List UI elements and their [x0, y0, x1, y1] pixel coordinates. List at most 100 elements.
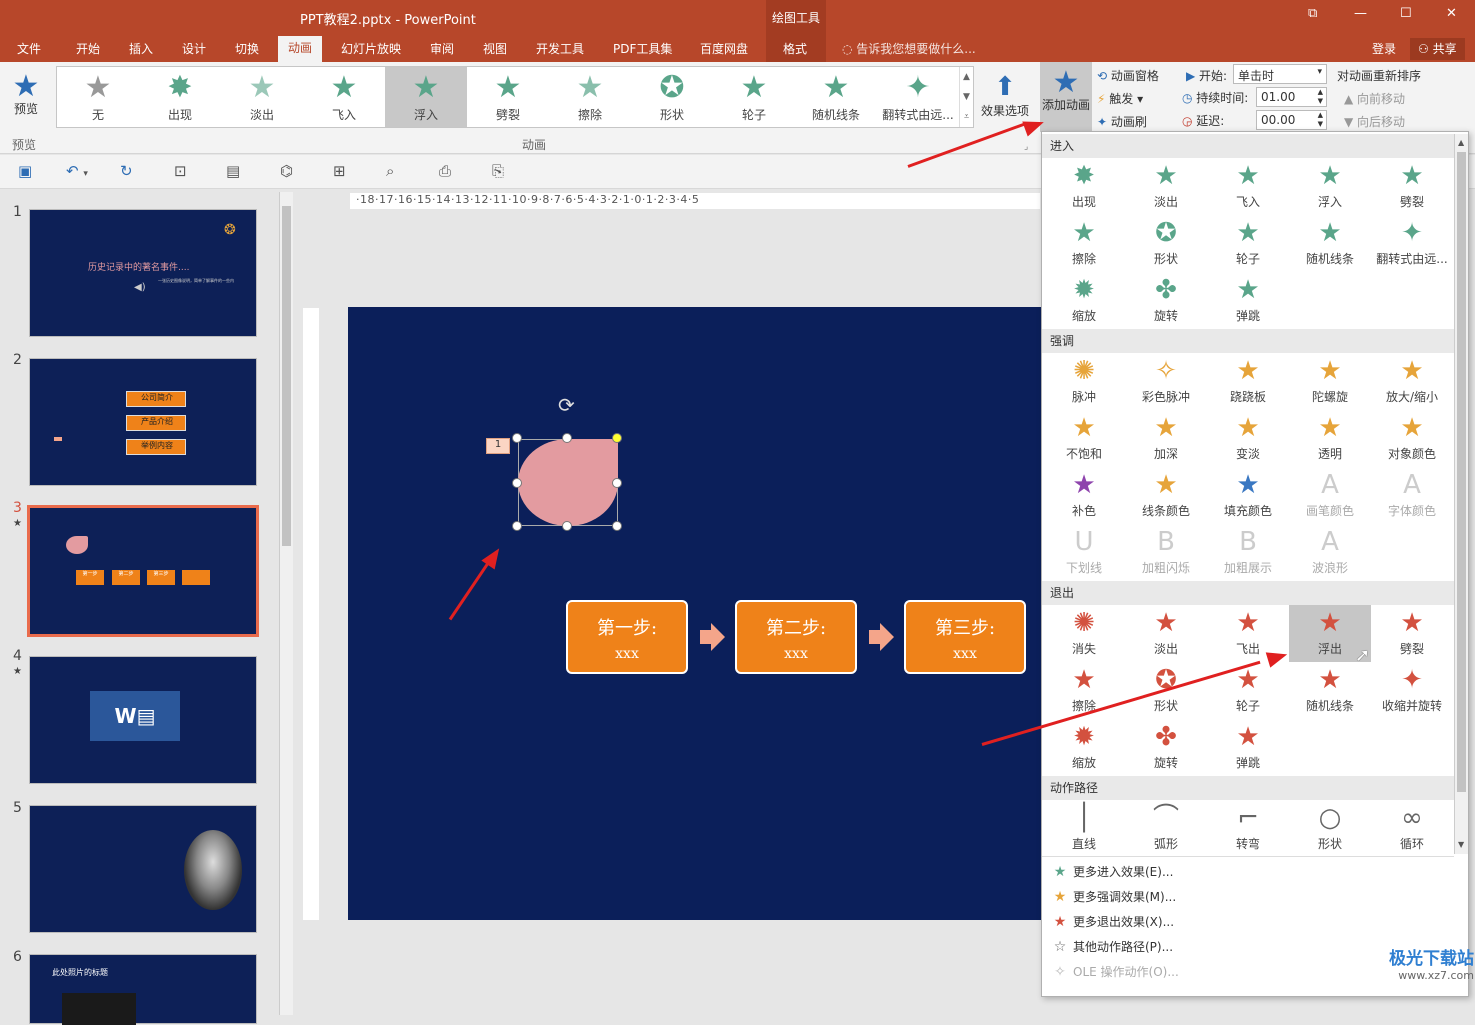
emphasis-effect-16[interactable]: B 加粗闪烁 — [1125, 524, 1207, 581]
slide-icon[interactable]: ⊡ — [174, 162, 187, 180]
emphasis-effect-11[interactable]: ★ 线条颜色 — [1125, 467, 1207, 524]
animation-pane-button[interactable]: ⟲ 动画窗格 — [1097, 67, 1159, 84]
resize-handle[interactable] — [612, 521, 622, 531]
gallery-wheel[interactable]: ★ 轮子 — [713, 67, 795, 127]
path-effect-2[interactable]: ⌐ 转弯 — [1207, 800, 1289, 857]
tab-pdf-tools[interactable]: PDF工具集 — [613, 38, 672, 60]
exit-effect-9[interactable]: ✦ 收缩并旋转 — [1371, 662, 1453, 719]
entrance-effect-5[interactable]: ★ 擦除 — [1043, 215, 1125, 272]
exit-effect-0[interactable]: ✺ 消失 — [1043, 605, 1125, 662]
tab-home[interactable]: 开始 — [76, 38, 100, 60]
add-animation-button[interactable]: ★ 添加动画 — [1040, 62, 1092, 132]
dropdown-scrollbar[interactable]: ▲ ▼ — [1454, 134, 1468, 854]
slide-thumb-5[interactable] — [29, 805, 257, 933]
emphasis-effect-13[interactable]: A 画笔颜色 — [1289, 467, 1371, 524]
emphasis-effect-7[interactable]: ★ 变淡 — [1207, 410, 1289, 467]
start-select[interactable]: 单击时 ▾ — [1233, 64, 1327, 84]
gallery-scroll[interactable]: ▲ ▼ ⩡ — [959, 67, 973, 127]
path-effect-0[interactable]: │ 直线 — [1043, 800, 1125, 857]
slide-thumb-1[interactable]: 历史记录中的著名事件.... 一张历史图像说明，简单了解事件的一些内 ❂ ◀) — [29, 209, 257, 337]
tab-baidu-netdisk[interactable]: 百度网盘 — [700, 38, 748, 60]
gallery-fade[interactable]: ★ 淡出 — [221, 67, 303, 127]
exit-effect-5[interactable]: ★ 擦除 — [1043, 662, 1125, 719]
thumbnail-scrollbar[interactable] — [279, 192, 293, 1015]
resize-handle[interactable] — [512, 433, 522, 443]
close-button[interactable]: ✕ — [1446, 6, 1457, 21]
emphasis-effect-6[interactable]: ★ 加深 — [1125, 410, 1207, 467]
textbox-icon[interactable]: ▤ — [226, 162, 240, 180]
spinner-icon[interactable]: ▲ ▼ — [1318, 88, 1323, 106]
gallery-float-in[interactable]: ★ 浮入 — [385, 67, 467, 127]
ole-action-verbs[interactable]: ✧ OLE 操作动作(O)... — [1047, 960, 1179, 985]
entrance-effect-12[interactable]: ★ 弹跳 — [1207, 272, 1289, 329]
gallery-wipe[interactable]: ★ 擦除 — [549, 67, 631, 127]
shape-icon[interactable]: ⌬ — [280, 162, 293, 180]
tab-review[interactable]: 审阅 — [430, 38, 454, 60]
delay-input[interactable]: 00.00 ▲ ▼ — [1256, 110, 1327, 130]
adjust-handle[interactable] — [612, 433, 622, 443]
share-button[interactable]: ⚇ 共享 — [1410, 38, 1465, 60]
exit-effect-8[interactable]: ★ 随机线条 — [1289, 662, 1371, 719]
emphasis-effect-4[interactable]: ★ 放大/缩小 — [1371, 353, 1453, 410]
emphasis-effect-2[interactable]: ★ 跷跷板 — [1207, 353, 1289, 410]
emphasis-effect-14[interactable]: A 字体颜色 — [1371, 467, 1453, 524]
move-later-button[interactable]: ▼ 向后移动 — [1344, 113, 1405, 130]
more-entrance-effects[interactable]: ★ 更多进入效果(E)... — [1047, 860, 1174, 885]
exit-effect-1[interactable]: ★ 淡出 — [1125, 605, 1207, 662]
duration-input[interactable]: 01.00 ▲ ▼ — [1256, 87, 1327, 107]
document-icon[interactable]: ⎘ — [492, 162, 504, 180]
emphasis-effect-0[interactable]: ✺ 脉冲 — [1043, 353, 1125, 410]
gallery-appear[interactable]: ✸ 出现 — [139, 67, 221, 127]
emphasis-effect-17[interactable]: B 加粗展示 — [1207, 524, 1289, 581]
entrance-effect-1[interactable]: ★ 淡出 — [1125, 158, 1207, 215]
more-emphasis-effects[interactable]: ★ 更多强调效果(M)... — [1047, 885, 1176, 910]
emphasis-effect-8[interactable]: ★ 透明 — [1289, 410, 1371, 467]
animation-painter-button[interactable]: ✦ 动画刷 — [1097, 113, 1147, 130]
entrance-effect-9[interactable]: ✦ 翻转式由远... — [1371, 215, 1453, 272]
tab-file[interactable]: 文件 — [17, 38, 41, 60]
emphasis-effect-1[interactable]: ✧ 彩色脉冲 — [1125, 353, 1207, 410]
slide-thumb-3[interactable]: 第一步 第二步 第三步 — [27, 505, 259, 637]
gallery-split[interactable]: ★ 劈裂 — [467, 67, 549, 127]
resize-handle[interactable] — [512, 521, 522, 531]
scroll-down-icon[interactable]: ▼ — [1458, 840, 1464, 849]
maximize-button[interactable]: ☐ — [1400, 6, 1412, 21]
rotate-handle-icon[interactable]: ⟳ — [558, 393, 575, 417]
slide-thumb-6[interactable]: 此处照片的标题 — [29, 954, 257, 1025]
step-box-3[interactable]: 第三步: xxx — [904, 600, 1026, 674]
tab-transitions[interactable]: 切换 — [235, 38, 259, 60]
tab-design[interactable]: 设计 — [182, 38, 206, 60]
exit-effect-4[interactable]: ★ 劈裂 — [1371, 605, 1453, 662]
entrance-effect-3[interactable]: ★ 浮入 — [1289, 158, 1371, 215]
tab-animations[interactable]: 动画 — [278, 36, 323, 62]
entrance-effect-10[interactable]: ✹ 缩放 — [1043, 272, 1125, 329]
teardrop-shape[interactable] — [518, 439, 618, 526]
step-box-1[interactable]: 第一步: xxx — [566, 600, 688, 674]
scroll-thumb[interactable] — [282, 206, 291, 546]
tab-developer[interactable]: 开发工具 — [536, 38, 584, 60]
save-icon[interactable]: ▣ — [18, 162, 32, 180]
tab-insert[interactable]: 插入 — [129, 38, 153, 60]
emphasis-effect-3[interactable]: ★ 陀螺旋 — [1289, 353, 1371, 410]
gallery-none[interactable]: ★ 无 — [57, 67, 139, 127]
exit-effect-12[interactable]: ★ 弹跳 — [1207, 719, 1289, 776]
tell-me-box[interactable]: ◌ 告诉我您想要做什么... — [842, 38, 976, 60]
emphasis-effect-18[interactable]: A 波浪形 — [1289, 524, 1371, 581]
resize-handle[interactable] — [612, 478, 622, 488]
tab-slideshow[interactable]: 幻灯片放映 — [341, 38, 401, 60]
minimize-button[interactable]: — — [1354, 6, 1367, 21]
entrance-effect-4[interactable]: ★ 劈裂 — [1371, 158, 1453, 215]
zoom-icon[interactable]: ⌕ — [386, 162, 394, 180]
entrance-effect-7[interactable]: ★ 轮子 — [1207, 215, 1289, 272]
gallery-grow-turn[interactable]: ✦ 翻转式由远... — [877, 67, 959, 127]
more-exit-effects[interactable]: ★ 更多退出效果(X)... — [1047, 910, 1174, 935]
emphasis-effect-10[interactable]: ★ 补色 — [1043, 467, 1125, 524]
resize-handle[interactable] — [562, 521, 572, 531]
tab-view[interactable]: 视图 — [483, 38, 507, 60]
preview-button[interactable]: ★ 预览 — [6, 66, 46, 128]
exit-effect-10[interactable]: ✹ 缩放 — [1043, 719, 1125, 776]
emphasis-effect-15[interactable]: U 下划线 — [1043, 524, 1125, 581]
scroll-thumb[interactable] — [1457, 152, 1466, 792]
path-effect-3[interactable]: ○ 形状 — [1289, 800, 1371, 857]
resize-handle[interactable] — [562, 433, 572, 443]
